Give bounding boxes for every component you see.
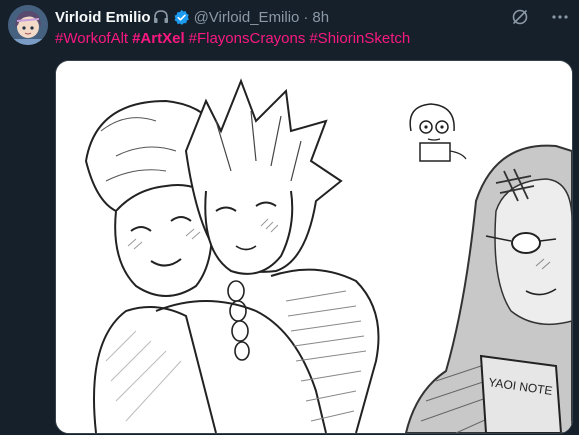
headphones-icon: [152, 8, 170, 26]
hashtag-link[interactable]: #ShiorinSketch: [309, 30, 410, 47]
avatar[interactable]: [8, 5, 48, 45]
sketch-artwork: YAOI NOTE: [56, 61, 572, 433]
tweet-text: #WorkofAlt #ArtXel #FlayonsCrayons #Shiorin…: [55, 29, 414, 49]
grok-icon[interactable]: [511, 8, 529, 26]
hashtag-link[interactable]: #ArtXel: [132, 30, 185, 47]
timestamp[interactable]: 8h: [312, 9, 329, 26]
display-name[interactable]: Virloid Emilio: [55, 9, 151, 26]
hashtag-link[interactable]: #FlayonsCrayons: [189, 30, 306, 47]
verified-badge-icon[interactable]: [173, 9, 190, 26]
tweet-media-image[interactable]: YAOI NOTE: [55, 60, 573, 434]
avatar-image: [8, 5, 48, 45]
separator-dot: ·: [303, 8, 309, 26]
more-dots-icon[interactable]: [551, 8, 569, 26]
tweet-header: Virloid Emilio @Virloid_Emilio · 8h: [55, 7, 329, 27]
tweet-card[interactable]: Virloid Emilio @Virloid_Emilio · 8h #Wor…: [0, 0, 579, 435]
tweet-actions: [511, 8, 569, 26]
user-handle[interactable]: @Virloid_Emilio: [194, 9, 300, 26]
hashtag-link[interactable]: #WorkofAlt: [55, 30, 128, 47]
